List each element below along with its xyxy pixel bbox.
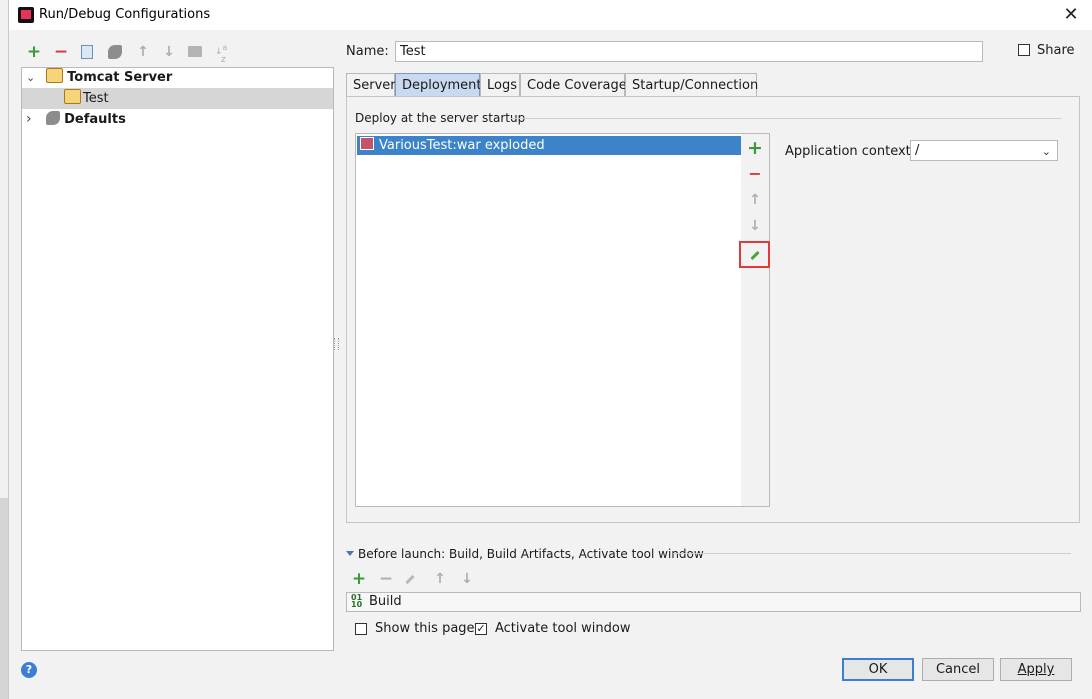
tab-deployment[interactable]: Deployment: [395, 73, 482, 96]
wrench-icon: [46, 111, 61, 125]
background-window-edge: [0, 498, 8, 699]
ok-button[interactable]: OK: [842, 658, 914, 681]
tab-code-coverage[interactable]: Code Coverage: [520, 73, 627, 96]
copy-config-icon[interactable]: [81, 45, 93, 59]
share-label: Share: [1037, 43, 1075, 58]
section-divider: [673, 553, 1071, 554]
run-debug-dialog: Run/Debug Configurations ✕ + − ↑ ↓ ↓a z ⌄…: [8, 0, 1092, 699]
activate-tool-window-label: Activate tool window: [495, 621, 631, 636]
remove-task-button[interactable]: −: [376, 569, 396, 589]
name-label: Name:: [346, 44, 389, 59]
apply-button[interactable]: Apply: [1000, 658, 1072, 681]
task-label: Build: [369, 594, 402, 609]
tree-node-label: Defaults: [64, 112, 126, 127]
artifact-list[interactable]: VariousTest:war exploded: [355, 133, 742, 507]
title-bar: Run/Debug Configurations ✕: [9, 0, 1092, 30]
tomcat-icon: [64, 89, 81, 104]
list-item[interactable]: VariousTest:war exploded: [357, 136, 741, 155]
move-down-arrow-icon[interactable]: ↓: [159, 42, 179, 62]
tree-node-label: Tomcat Server: [67, 70, 173, 85]
highlight-box: [739, 241, 770, 268]
build-icon: 01 10: [351, 593, 363, 609]
collapse-triangle-icon[interactable]: [346, 551, 354, 556]
share-checkbox[interactable]: [1018, 44, 1030, 56]
help-icon[interactable]: ?: [21, 662, 37, 678]
move-down-arrow-icon[interactable]: ↓: [457, 569, 477, 589]
section-divider: [510, 118, 1062, 119]
chevron-down-icon[interactable]: ⌄: [26, 68, 36, 88]
dialog-title: Run/Debug Configurations: [39, 7, 211, 22]
before-launch-title: Before launch: Build, Build Artifacts, A…: [358, 547, 704, 561]
cancel-button[interactable]: Cancel: [922, 658, 994, 681]
before-launch-task-list[interactable]: 01 10 Build: [346, 592, 1081, 612]
splitter-handle[interactable]: [334, 338, 339, 350]
artifact-label: VariousTest:war exploded: [379, 138, 545, 153]
tree-node-label: Test: [83, 91, 109, 106]
chevron-right-icon[interactable]: ›: [26, 109, 36, 129]
before-launch-header[interactable]: Before launch: Build, Build Artifacts, A…: [346, 547, 704, 561]
show-this-page-checkbox[interactable]: [355, 623, 367, 635]
config-tree: ⌄ Tomcat Server Test › Defaults: [21, 67, 334, 651]
tree-node-defaults[interactable]: › Defaults: [26, 109, 126, 129]
chevron-down-icon: ⌄: [1041, 145, 1051, 158]
close-icon[interactable]: ✕: [1059, 3, 1083, 27]
add-artifact-button[interactable]: +: [741, 138, 769, 158]
tree-node-test[interactable]: Test: [64, 89, 109, 109]
tree-node-tomcat-server[interactable]: ⌄ Tomcat Server: [26, 68, 172, 88]
intellij-app-icon: [18, 7, 34, 23]
move-up-arrow-icon[interactable]: ↑: [133, 42, 153, 62]
remove-config-button[interactable]: −: [51, 42, 71, 62]
activate-tool-window-checkbox[interactable]: ✓: [475, 623, 487, 635]
tab-startup-connection[interactable]: Startup/Connection: [625, 73, 758, 96]
show-this-page-label: Show this page: [375, 621, 475, 636]
move-up-arrow-icon[interactable]: ↑: [741, 190, 769, 210]
artifact-icon: [360, 137, 374, 150]
tomcat-icon: [46, 68, 64, 83]
remove-artifact-button[interactable]: −: [741, 164, 769, 184]
name-input[interactable]: Test: [395, 41, 983, 62]
artifact-side-toolbar: + − ↑ ↓: [741, 133, 770, 507]
app-context-select[interactable]: / ⌄: [910, 140, 1058, 161]
tab-logs[interactable]: Logs: [480, 73, 520, 96]
sort-alpha-icon[interactable]: ↓a z: [215, 44, 231, 65]
move-up-arrow-icon[interactable]: ↑: [430, 569, 450, 589]
add-config-button[interactable]: +: [24, 42, 44, 62]
add-task-button[interactable]: +: [349, 569, 369, 589]
app-context-label: Application context:: [785, 144, 916, 159]
deploy-section-title: Deploy at the server startup: [355, 111, 526, 125]
edit-task-pencil-icon[interactable]: [405, 574, 415, 585]
app-context-value: /: [915, 143, 920, 158]
tab-server[interactable]: Server: [346, 73, 396, 96]
edit-defaults-wrench-icon[interactable]: [108, 45, 122, 59]
move-down-arrow-icon[interactable]: ↓: [741, 216, 769, 236]
folder-icon[interactable]: [188, 46, 202, 57]
